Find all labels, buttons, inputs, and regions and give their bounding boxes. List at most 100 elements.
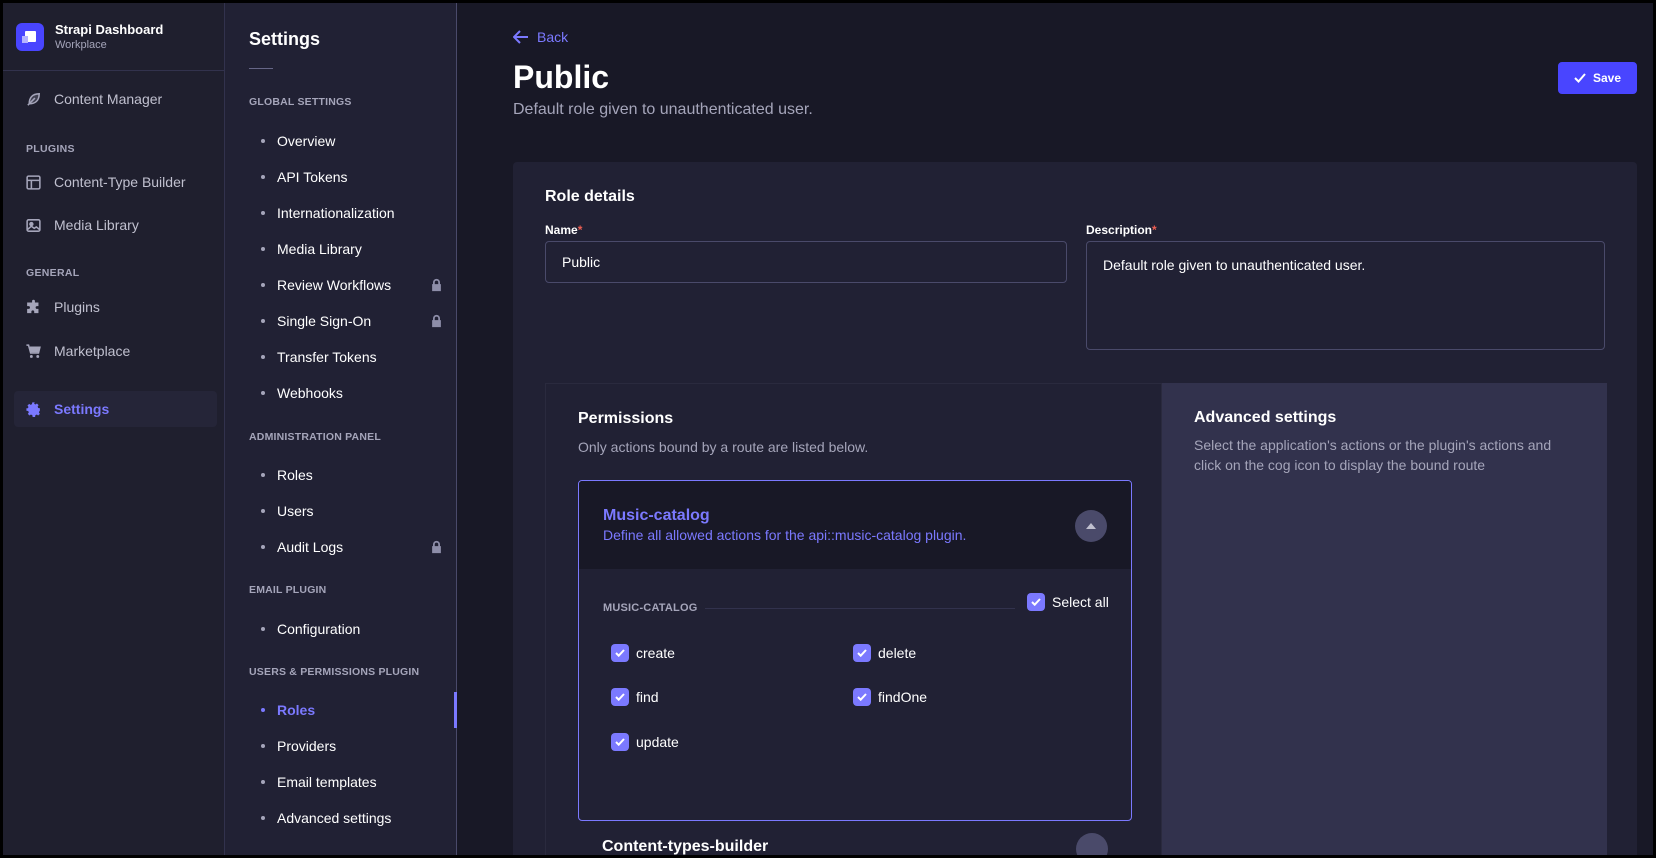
group-label: MUSIC-CATALOG: [603, 602, 698, 614]
image-icon: [26, 218, 41, 232]
subnav-webhooks[interactable]: Webhooks: [249, 383, 457, 403]
nav-plugins[interactable]: Plugins: [14, 289, 217, 325]
subnav-label: Providers: [277, 738, 337, 754]
subnav-label: Roles: [277, 467, 313, 483]
save-button[interactable]: Save: [1558, 62, 1637, 94]
strapi-logo-icon: [16, 22, 44, 51]
bullet-icon: [261, 283, 265, 287]
arrow-left-icon: [513, 30, 528, 44]
subnav-single-sign-on[interactable]: Single Sign-On: [249, 311, 457, 331]
accordion-toggle-button[interactable]: [1076, 833, 1108, 855]
checkbox-checked-icon[interactable]: [1027, 593, 1045, 611]
checkbox-checked-icon[interactable]: [611, 733, 629, 751]
nav-media-library[interactable]: Media Library: [14, 207, 217, 243]
bullet-icon: [261, 247, 265, 251]
bullet-icon: [261, 509, 265, 513]
subnav-label: Advanced settings: [277, 810, 392, 826]
bullet-icon: [261, 744, 265, 748]
checkbox-checked-icon[interactable]: [853, 644, 871, 662]
description-label: Description*: [1086, 223, 1157, 237]
shopping-cart-icon: [26, 343, 41, 358]
bullet-icon: [261, 319, 265, 323]
save-label: Save: [1592, 71, 1622, 85]
section-global-settings: GLOBAL SETTINGS: [249, 96, 352, 108]
section-email-plugin: EMAIL PLUGIN: [249, 584, 327, 596]
nav-content-type-builder[interactable]: Content-Type Builder: [14, 164, 217, 200]
nav-label: Media Library: [54, 217, 139, 233]
nav-content-manager[interactable]: Content Manager: [14, 81, 217, 117]
nav-marketplace[interactable]: Marketplace: [14, 333, 217, 369]
subnav-email-templates[interactable]: Email templates: [249, 772, 457, 792]
subnav-review-workflows[interactable]: Review Workflows: [249, 275, 457, 295]
subnav-label: Single Sign-On: [277, 313, 372, 329]
subnav-users[interactable]: Users: [249, 501, 457, 521]
brand[interactable]: Strapi Dashboard Workplace: [3, 3, 224, 71]
main-content: Back Public Default role given to unauth…: [457, 3, 1653, 855]
action-label: delete: [878, 645, 917, 661]
nav-label: Marketplace: [54, 343, 131, 359]
bullet-icon: [261, 355, 265, 359]
required-mark: *: [577, 223, 583, 237]
subnav-internationalization[interactable]: Internationalization: [249, 203, 457, 223]
checkbox-checked-icon[interactable]: [611, 644, 629, 662]
bullet-icon: [261, 545, 265, 549]
subnav-advanced-settings[interactable]: Advanced settings: [249, 808, 457, 828]
permissions-panel: Permissions Only actions bound by a rout…: [545, 383, 1162, 855]
bullet-icon: [261, 473, 265, 477]
action-find[interactable]: find: [611, 688, 659, 706]
nav-section-plugins: PLUGINS: [26, 143, 75, 155]
action-label: findOne: [878, 689, 928, 705]
accordion-content-types-builder[interactable]: Content-types-builder: [578, 833, 1132, 855]
subnav-label: Audit Logs: [277, 539, 344, 555]
back-link[interactable]: Back: [513, 29, 568, 45]
required-mark: *: [1152, 223, 1157, 237]
subnav-api-tokens[interactable]: API Tokens: [249, 167, 457, 187]
puzzle-icon: [27, 299, 39, 313]
checkbox-checked-icon[interactable]: [611, 688, 629, 706]
subnav-label: Email templates: [277, 774, 377, 790]
action-create[interactable]: create: [611, 644, 675, 662]
action-delete[interactable]: delete: [853, 644, 916, 662]
advanced-settings-text: Select the application's actions or the …: [1194, 437, 1552, 473]
subnav-overview[interactable]: Overview: [249, 131, 457, 151]
name-label: Name*: [545, 223, 582, 237]
subnav-transfer-tokens[interactable]: Transfer Tokens: [249, 347, 457, 367]
subnav-label: Review Workflows: [277, 277, 392, 293]
brand-subtitle: Workplace: [55, 38, 107, 51]
accordion-toggle-button[interactable]: [1075, 510, 1107, 542]
accordion-header[interactable]: Music-catalog Define all allowed actions…: [579, 481, 1131, 569]
role-details-card: Role details Name* Description* Permissi…: [513, 162, 1637, 855]
bullet-icon: [261, 139, 265, 143]
subnav-label: Roles: [277, 702, 316, 718]
subnav-label: Configuration: [277, 621, 361, 637]
action-findone[interactable]: findOne: [853, 688, 927, 706]
subnav-providers[interactable]: Providers: [249, 736, 457, 756]
bullet-icon: [261, 708, 265, 712]
nav-label: Settings: [54, 401, 110, 417]
role-details-title: Role details: [545, 188, 635, 205]
subnav-configuration[interactable]: Configuration: [249, 619, 457, 639]
app-frame: Strapi Dashboard Workplace Content Manag…: [3, 3, 1653, 855]
name-input[interactable]: [545, 241, 1067, 283]
bullet-icon: [261, 780, 265, 784]
lock-icon: [432, 314, 441, 328]
check-icon: [1574, 73, 1586, 83]
checkbox-checked-icon[interactable]: [853, 688, 871, 706]
nav-section-general: GENERAL: [26, 267, 80, 279]
subnav-audit-logs[interactable]: Audit Logs: [249, 537, 457, 557]
nav-settings[interactable]: Settings: [14, 391, 217, 427]
subnav-label: Media Library: [277, 241, 362, 257]
subnav-admin-roles[interactable]: Roles: [249, 465, 457, 485]
nav-label: Content Manager: [54, 91, 163, 107]
description-textarea[interactable]: [1086, 241, 1605, 350]
subnav-label: API Tokens: [277, 169, 348, 185]
subnav-media-library[interactable]: Media Library: [249, 239, 457, 259]
select-all-checkbox[interactable]: Select all: [1027, 593, 1109, 611]
name-label-text: Name: [545, 223, 578, 237]
subnav-up-roles[interactable]: Roles: [249, 700, 457, 720]
action-update[interactable]: update: [611, 733, 679, 751]
permissions-section: Permissions Only actions bound by a rout…: [545, 383, 1607, 855]
advanced-settings-title: Advanced settings: [1194, 409, 1337, 426]
subnav-title: Settings: [249, 29, 321, 49]
select-all-label: Select all: [1052, 594, 1109, 610]
